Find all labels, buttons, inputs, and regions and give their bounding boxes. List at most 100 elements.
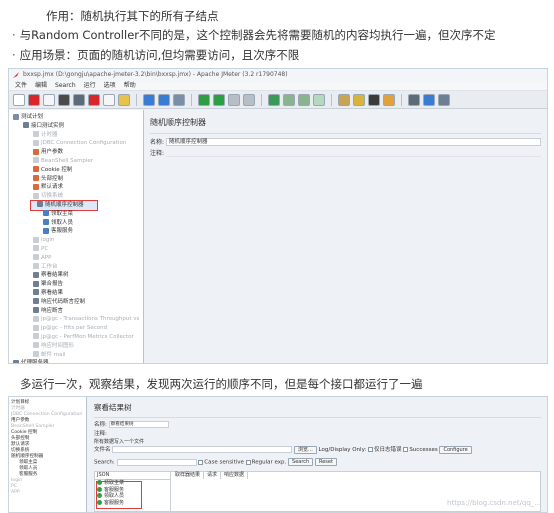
toolbar-button-icon[interactable]	[58, 93, 70, 106]
file-name-input[interactable]	[112, 446, 293, 453]
toolbar-button-icon[interactable]	[438, 93, 450, 106]
search-button[interactable]: Search	[288, 458, 314, 466]
name-row: 名称: 察看结果树	[94, 420, 541, 428]
successes-checkbox[interactable]	[403, 447, 409, 452]
menu-item[interactable]: 文件	[15, 82, 27, 89]
toolbar-button-icon[interactable]	[73, 93, 85, 106]
toolbar-button-icon[interactable]	[298, 93, 310, 106]
folder-icon	[33, 245, 39, 252]
toolbar-button-icon[interactable]	[213, 93, 225, 106]
tree-node-label: 响应时间图形	[41, 342, 75, 349]
tree-node[interactable]: BeanShell Sampler	[9, 157, 143, 166]
mail-icon	[33, 351, 39, 358]
tree-node-label: 邮件 mail	[41, 351, 66, 358]
tree-node[interactable]: 用户参数	[9, 148, 143, 157]
menu-item[interactable]: 选项	[104, 82, 116, 89]
search-input[interactable]	[116, 458, 197, 466]
assertion-icon	[33, 307, 39, 314]
tree-node[interactable]: APP	[9, 254, 143, 263]
test-plan-tree-small: 计划目标 计时器 JDBC Connection Configuration 用户参数…	[9, 397, 87, 512]
result-tab[interactable]: 取样器结果	[172, 472, 205, 479]
tree-node[interactable]: jp@gc - Hits per Second	[9, 324, 143, 333]
configure-button[interactable]: Configure	[439, 445, 472, 454]
tree-node[interactable]: jp@gc - Transactions Throughput vs	[9, 315, 143, 324]
errors-checkbox[interactable]	[368, 447, 374, 452]
tree-node[interactable]: JDBC Connection Configuration	[9, 139, 143, 148]
case-sensitive-checkbox[interactable]	[198, 459, 204, 465]
cookie-icon	[33, 166, 39, 173]
tree-node[interactable]: Cookie 控制	[9, 166, 143, 175]
tree-node[interactable]: 切换系统	[9, 192, 143, 201]
tree-node[interactable]: login	[9, 236, 143, 245]
toolbar-button-icon[interactable]	[103, 93, 115, 106]
results-tree-screenshot: 计划目标 计时器 JDBC Connection Configuration 用户参数…	[8, 396, 548, 513]
tree-node[interactable]: 响应时间图形	[9, 342, 143, 351]
reset-button[interactable]: Reset	[314, 458, 337, 466]
comment-field[interactable]	[166, 149, 541, 157]
tree-node[interactable]: 响应代码断言控制	[9, 298, 143, 307]
toolbar-separator	[136, 93, 137, 106]
toolbar	[9, 91, 547, 109]
toolbar-button-icon[interactable]	[143, 93, 155, 106]
toolbar-button-icon[interactable]	[43, 93, 55, 106]
tree-node[interactable]: jp@gc - PerfMon Metrics Collector	[9, 333, 143, 342]
bullet: ·	[12, 48, 16, 62]
browse-button[interactable]: 浏览...	[294, 445, 317, 454]
toolbar-button-icon[interactable]	[228, 93, 240, 106]
toolbar-button-icon[interactable]	[88, 93, 100, 106]
menu-item[interactable]: 编辑	[35, 82, 47, 89]
sampler-icon	[43, 219, 49, 226]
tree-node[interactable]: 邮件 mail	[9, 351, 143, 360]
tree-node[interactable]: 工作台	[9, 263, 143, 272]
tree-node[interactable]: 聚合报告	[9, 280, 143, 289]
tree-node[interactable]: 客服服务	[9, 227, 143, 236]
name-field[interactable]: 察看结果树	[108, 421, 169, 428]
toolbar-button-icon[interactable]	[383, 93, 395, 106]
renderer-select[interactable]: JSON	[95, 472, 170, 480]
tree-node[interactable]: 测试计划	[9, 113, 143, 122]
tree-node[interactable]: 响应断言	[9, 307, 143, 316]
result-tabs: 取样器结果 请求 响应数据	[172, 472, 540, 480]
tree-node[interactable]: PC	[9, 245, 143, 254]
tree-node[interactable]: 计时器	[9, 131, 143, 140]
result-tab[interactable]: 响应数据	[221, 472, 249, 479]
toolbar-button-icon[interactable]	[173, 93, 185, 106]
tree-node-label: 头部控制	[41, 175, 64, 182]
sampler-icon	[43, 210, 49, 217]
toolbar-button-icon[interactable]	[268, 93, 280, 106]
toolbar-button-icon[interactable]	[353, 93, 365, 106]
toolbar-button-icon[interactable]	[283, 93, 295, 106]
menu-item[interactable]: 帮助	[124, 82, 136, 89]
tree-node-label: 接口测试实例	[31, 122, 65, 129]
toolbar-button-icon[interactable]	[158, 93, 170, 106]
tree-node[interactable]: 察看结果	[9, 289, 143, 298]
toolbar-button-icon[interactable]	[423, 93, 435, 106]
tree-node[interactable]: APP	[11, 490, 86, 496]
tree-node[interactable]: 代理服务器	[9, 359, 143, 363]
tree-node[interactable]: 头部控制	[9, 175, 143, 184]
tree-node[interactable]: 随机顺序控制器	[30, 199, 98, 211]
name-field[interactable]: 随机顺序控制器	[166, 137, 541, 146]
tree-node[interactable]: 接口测试实例	[9, 122, 143, 131]
toolbar-button-icon[interactable]	[118, 93, 130, 106]
sampler-icon	[43, 227, 49, 234]
result-tab[interactable]: 请求	[204, 472, 222, 479]
toolbar-button-icon[interactable]	[313, 93, 325, 106]
toolbar-button-icon[interactable]	[28, 93, 40, 106]
menu-item[interactable]: 运行	[84, 82, 96, 89]
menu-item[interactable]: Search	[55, 82, 76, 89]
toolbar-button-icon[interactable]	[13, 93, 25, 106]
tree-node[interactable]: 默认请求	[9, 183, 143, 192]
errors-label: 仅日志错误	[374, 447, 402, 453]
toolbar-button-icon[interactable]	[368, 93, 380, 106]
toolbar-button-icon[interactable]	[198, 93, 210, 106]
regular-exp-checkbox[interactable]	[245, 459, 251, 465]
tree-node[interactable]: 察看结果树	[9, 271, 143, 280]
toolbar-button-icon[interactable]	[408, 93, 420, 106]
header-icon	[33, 175, 39, 182]
tree-node[interactable]: 领取人员	[9, 219, 143, 228]
tree-node[interactable]: 领取主菜	[9, 210, 143, 219]
toolbar-button-icon[interactable]	[243, 93, 255, 106]
toolbar-button-icon[interactable]	[338, 93, 350, 106]
successes-label: Successes	[409, 447, 438, 453]
